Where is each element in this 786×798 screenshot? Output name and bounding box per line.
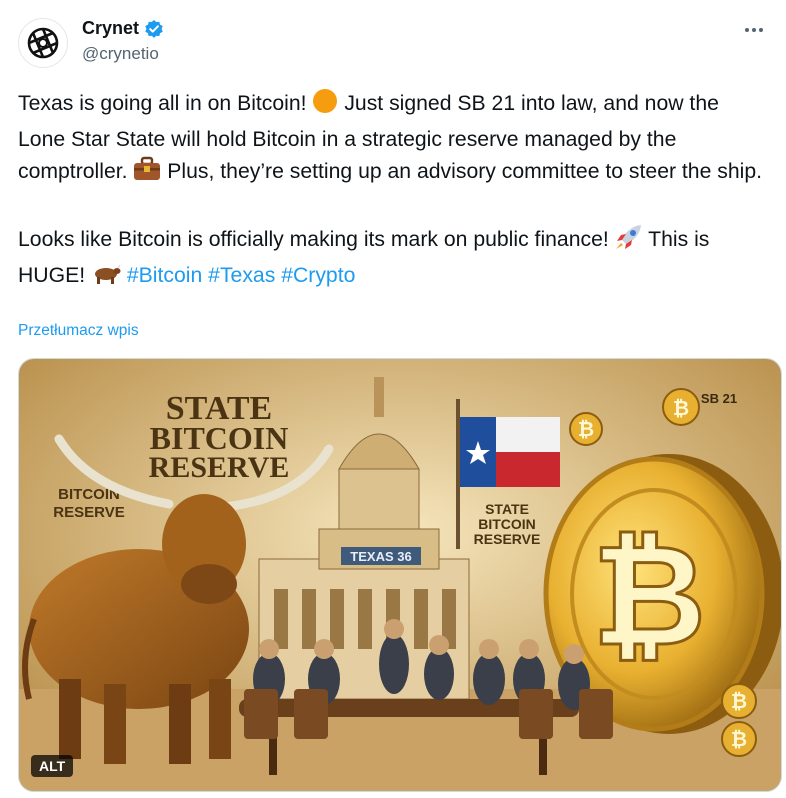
rocket-icon <box>615 224 643 260</box>
center-sign-line-1: STATE <box>485 501 529 517</box>
hashtag-texas-link[interactable]: #Texas <box>208 264 275 287</box>
crynet-logo-icon <box>27 27 59 59</box>
hashtag-crypto-link[interactable]: #Crypto <box>281 264 355 287</box>
headline-line-3: RESERVE <box>149 451 290 484</box>
tweet-paragraph: Looks like Bitcoin is officially making … <box>18 224 770 296</box>
avatar[interactable] <box>18 18 68 68</box>
more-options-button[interactable] <box>740 20 768 40</box>
more-dot-icon <box>759 28 763 32</box>
author-names: Crynet @crynetio <box>82 18 164 64</box>
svg-text:₿: ₿ <box>731 689 747 713</box>
svg-text:₿: ₿ <box>673 396 689 420</box>
display-name[interactable]: Crynet <box>82 18 139 39</box>
tweet-header: Crynet @crynetio <box>18 16 768 72</box>
more-dot-icon <box>752 28 756 32</box>
svg-text:₿: ₿ <box>578 417 594 441</box>
more-dot-icon <box>745 28 749 32</box>
hashtag-bitcoin-link[interactable]: #Bitcoin <box>127 264 202 287</box>
bitcoin-reserve-illustration: TEXAS 36 STATE BITCOIN RESERVE BITCOIN R… <box>19 359 781 791</box>
center-sign-line-2: BITCOIN <box>478 516 536 532</box>
briefcase-icon <box>133 156 161 192</box>
verified-badge-icon <box>144 19 164 39</box>
svg-text:₿: ₿ <box>731 727 747 751</box>
left-sign-line-2: RESERVE <box>53 504 124 521</box>
orange-circle-icon <box>312 88 338 124</box>
tweet-paragraph: Texas is going all in on Bitcoin! Just s… <box>18 88 770 192</box>
top-right-label: SB 21 <box>701 391 737 406</box>
author-handle[interactable]: @crynetio <box>82 44 164 64</box>
tweet-image[interactable]: TEXAS 36 STATE BITCOIN RESERVE BITCOIN R… <box>18 358 782 792</box>
alt-text-button[interactable]: ALT <box>31 755 74 777</box>
ox-icon <box>91 260 121 296</box>
tweet-text: Texas is going all in on Bitcoin! Just s… <box>18 88 770 296</box>
svg-text:₿: ₿ <box>592 515 706 678</box>
translate-post-link[interactable]: Przetłumacz wpis <box>18 322 139 340</box>
building-sign-text: TEXAS 36 <box>350 549 411 564</box>
center-sign-line-3: RESERVE <box>474 531 541 547</box>
